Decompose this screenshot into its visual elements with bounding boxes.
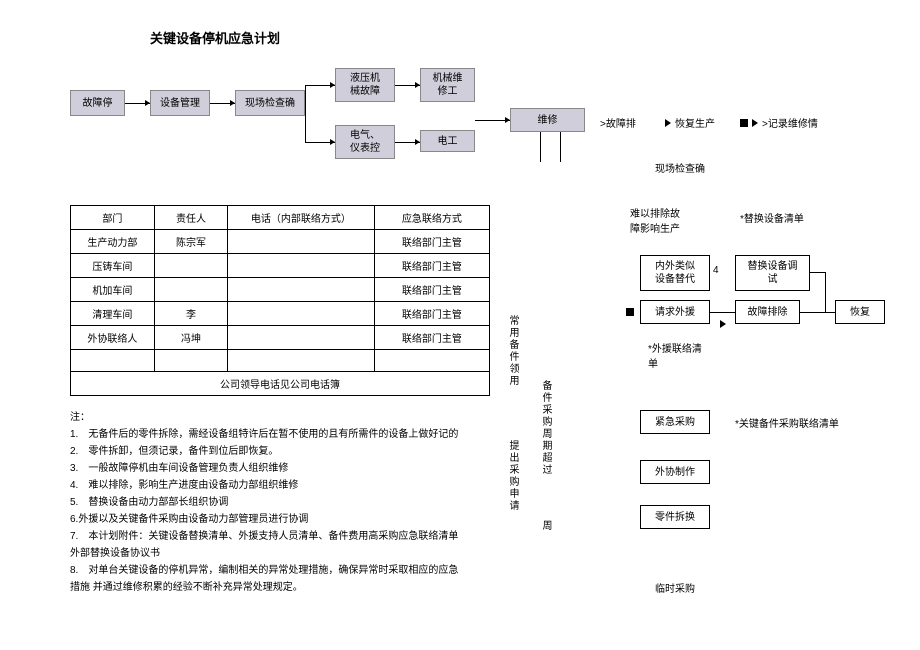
note-item: 外部替换设备协议书	[70, 546, 500, 562]
th-person: 责任人	[154, 206, 227, 230]
rbox-num-4: 4	[713, 265, 719, 276]
vcol-purchase-cycle: 备件采购周期超过	[538, 380, 553, 476]
rbox-replace-debug: 替换设备调 试	[735, 255, 810, 291]
note-item: 7. 本计划附件：关键设备替换清单、外援支持人员清单、备件费用高采购应急联络清单	[70, 529, 500, 545]
notes-block: 注： 1. 无备件后的零件拆除，需经设备组特许后在暂不使用的且有所需件的设备上做…	[70, 410, 500, 597]
rbox-part-swap: 零件拆换	[640, 505, 710, 529]
side-replace-list: *替换设备清单	[740, 210, 804, 225]
note-item: 5. 替换设备由动力部部长组织协调	[70, 495, 500, 511]
flow-fault-stop: 故障停	[70, 90, 125, 116]
table-row: 生产动力部陈宗军联络部门主管	[71, 230, 490, 254]
rlabel-key-parts-list: *关键备件采购联络清单	[735, 415, 839, 430]
note-item: 3. 一般故障停机由车间设备管理负责人组织维修	[70, 461, 500, 477]
note-item: 1. 无备件后的零件拆除，需经设备组特许后在暂不使用的且有所需件的设备上做好记的	[70, 427, 500, 443]
table-header-row: 部门 责任人 电话（内部联络方式） 应急联络方式	[71, 206, 490, 230]
vcol-spare-parts: 常用备件领用	[505, 315, 520, 387]
flow-electrical: 电气、 仪表控	[335, 125, 395, 159]
page-title: 关键设备停机应急计划	[150, 28, 280, 47]
vcol-week: 周	[538, 520, 553, 532]
flow-equip-mgmt: 设备管理	[150, 90, 210, 116]
black-square-icon	[626, 308, 634, 316]
table-row: 压铸车间联络部门主管	[71, 254, 490, 278]
th-emergency: 应急联络方式	[374, 206, 489, 230]
side-onsite-check: 现场检查确	[655, 160, 705, 175]
note-item: 2. 零件拆卸，但须记录，备件到位后即恢复。	[70, 444, 500, 460]
rlabel-temp-buy: 临时采购	[655, 580, 695, 595]
rbox-outsource-make: 外协制作	[640, 460, 710, 484]
rbox-urgent-buy: 紧急采购	[640, 410, 710, 434]
notes-header: 注：	[70, 410, 500, 426]
note-item: 8. 对单台关键设备的停机异常，编制相关的异常处理措施，确保异常时采取相应的应急	[70, 563, 500, 579]
note-item: 措施 并通过维修积累的经验不断补充异常处理规定。	[70, 580, 500, 596]
table-row: 机加车间联络部门主管	[71, 278, 490, 302]
legend-resume: 恢复生产	[665, 115, 715, 130]
legend-record: >记录维修情	[740, 115, 818, 130]
side-hard-remove: 难以排除故 障影响生产	[630, 205, 680, 235]
vcol-purchase-req: 提出采购申请	[505, 440, 520, 512]
legend-fault: >故障排	[600, 115, 636, 130]
flow-electrician: 电工	[420, 130, 475, 152]
rbox-fault-clear: 故障排除	[735, 300, 800, 324]
table-footer-row: 公司领导电话见公司电话簿	[71, 372, 490, 396]
rbox-similar-equip: 内外类似 设备替代	[640, 255, 710, 291]
flow-onsite-check: 现场检查确	[235, 90, 305, 116]
table-row	[71, 350, 490, 372]
flow-repair: 维修	[510, 108, 585, 132]
contact-table: 部门 责任人 电话（内部联络方式） 应急联络方式 生产动力部陈宗军联络部门主管 …	[70, 205, 490, 396]
flow-hydraulic: 液压机 械故障	[335, 68, 395, 102]
table-row: 外协联络人冯坤联络部门主管	[71, 326, 490, 350]
rbox-recover: 恢复	[835, 300, 885, 324]
rlabel-help-list: *外援联络清 单	[648, 340, 702, 370]
th-dept: 部门	[71, 206, 155, 230]
table-row: 清理车间李联络部门主管	[71, 302, 490, 326]
th-phone: 电话（内部联络方式）	[228, 206, 375, 230]
rbox-request-help: 请求外援	[640, 300, 710, 324]
note-item: 6.外援以及关键备件采购由设备动力部管理员进行协调	[70, 512, 500, 528]
note-item: 4. 难以排除，影响生产进度由设备动力部组织维修	[70, 478, 500, 494]
flow-mech-repair: 机械维 修工	[420, 68, 475, 102]
